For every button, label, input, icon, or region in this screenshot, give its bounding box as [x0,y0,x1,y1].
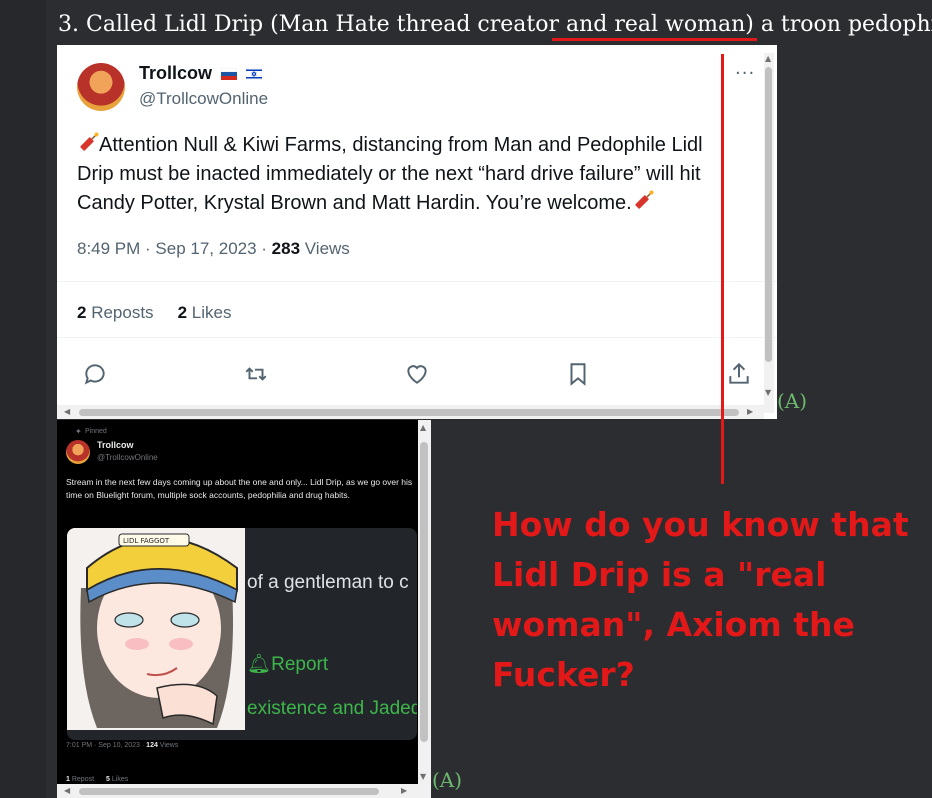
likes-count[interactable]: 2 [178,303,187,322]
tweet-body: Attention Null & Kiwi Farms, distancing … [77,134,703,214]
display-name[interactable]: Trollcow [97,440,134,450]
avatar[interactable] [77,63,125,111]
views-label: Views [300,239,350,258]
firecracker-emoji-icon [80,132,99,151]
report-label[interactable]: Report [271,654,328,675]
avatar[interactable] [66,440,90,464]
tweet-timestamp-views: 8:49 PM · Sep 17, 2023 · 283 Views [77,239,350,259]
tweet-media[interactable]: LIDL FAGGOT of a gentleman to c 🔔︎Report… [67,528,417,740]
horizontal-scrollbar-thumb[interactable] [79,409,739,416]
embed-marker[interactable]: (A) [432,768,462,792]
underline-annotation [552,38,757,41]
annotation-callout: How do you know that Lidl Drip is a "rea… [492,505,909,694]
scroll-up-arrow-icon[interactable]: ▲ [420,423,426,432]
post-heading: 3. Called Lidl Drip (Man Hate thread cre… [58,12,932,37]
russia-flag-icon [221,68,238,81]
page-gutter [0,0,46,798]
views-count: 124 [146,742,158,749]
bell-icon: 🔔︎ [247,654,272,675]
share-icon[interactable] [726,361,752,387]
likes-label[interactable]: Likes [187,303,232,322]
reposts-label[interactable]: Reposts [86,303,153,322]
tweet-handle[interactable]: @TrollcowOnline [139,89,268,109]
tweet-body: Stream in the next few days coming up ab… [66,477,413,500]
display-name[interactable]: Trollcow [139,63,212,83]
overlay-text-3: existence and Jaded [247,698,417,719]
scroll-left-arrow-icon[interactable]: ◀ [64,786,70,795]
bookmark-icon[interactable] [565,361,591,387]
divider [57,337,777,338]
like-icon[interactable] [404,361,430,387]
pinned-label: ✦ Pinned [75,427,107,436]
scroll-down-arrow-icon[interactable]: ▼ [420,772,426,781]
tweet-embed-2[interactable]: ✦ Pinned Trollcow @TrollcowOnline Stream … [57,420,431,798]
tweet-time[interactable]: 8:49 PM · Sep 17, 2023 · [77,239,272,258]
tweet-handle[interactable]: @TrollcowOnline [97,453,158,462]
overlay-report-link[interactable]: 🔔︎Report [247,652,328,676]
scroll-left-arrow-icon[interactable]: ◀ [64,407,70,416]
tweet-author-name[interactable]: Trollcow [139,63,263,84]
likes-label[interactable]: Likes [110,776,128,783]
horizontal-scrollbar-thumb[interactable] [79,788,379,795]
views-label: Views [157,742,179,749]
views-count: 283 [271,239,301,258]
tweet-stats: 1 Repost 5 Likes [66,776,128,783]
tweet-embed-1[interactable]: Trollcow @TrollcowOnline ··· Attention N… [57,45,777,419]
tweet-text: Attention Null & Kiwi Farms, distancing … [77,131,737,218]
cartoon-drawing-image: LIDL FAGGOT [67,528,245,730]
tweet-timestamp-views: 7:01 PM · Sep 10, 2023 · 124 Views [66,742,178,749]
pin-icon: ✦ [75,427,82,436]
vertical-scrollbar-thumb[interactable] [765,67,772,362]
repost-icon[interactable] [243,361,269,387]
scroll-right-arrow-icon[interactable]: ▶ [747,407,753,416]
scroll-up-arrow-icon[interactable]: ▲ [765,54,771,63]
israel-flag-icon [246,68,263,81]
firecracker-emoji-icon [635,190,654,209]
tweet-stats: 2 Reposts 2 Likes [77,303,231,323]
vertical-scrollbar-thumb[interactable] [420,442,428,742]
overlay-text-1: of a gentleman to c [247,572,409,593]
divider [57,281,777,282]
reposts-label[interactable]: Repost [70,776,94,783]
reply-icon[interactable] [82,361,108,387]
embed-marker[interactable]: (A) [777,389,807,413]
scroll-right-arrow-icon[interactable]: ▶ [401,786,407,795]
scroll-down-arrow-icon[interactable]: ▼ [765,388,771,397]
pinned-text: Pinned [85,428,107,435]
more-options-icon[interactable]: ··· [735,63,755,84]
hat-label: LIDL FAGGOT [123,537,170,545]
tweet-time[interactable]: 7:01 PM · Sep 10, 2023 · [66,742,146,749]
pointer-line-annotation [721,54,724,484]
